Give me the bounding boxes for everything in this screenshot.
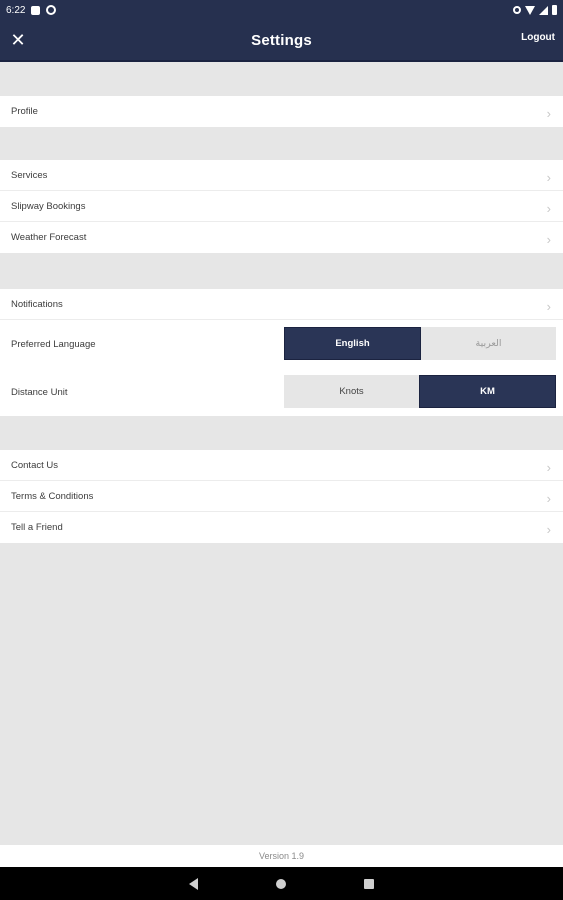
distance-unit-row: Distance Unit Knots KM [0,368,563,416]
app-bar: ✕ Settings Logout [0,20,563,62]
tell-a-friend-row[interactable]: Tell a Friend › [0,512,563,543]
chevron-right-icon: › [546,298,551,314]
contact-us-label: Contact Us [11,459,58,471]
slipway-bookings-label: Slipway Bookings [11,200,86,212]
distance-segmented-control: Knots KM [284,375,556,408]
tell-a-friend-label: Tell a Friend [11,522,63,533]
distance-option-km[interactable]: KM [419,375,556,408]
language-segmented-control: English العربية [284,327,556,360]
slipway-bookings-row[interactable]: Slipway Bookings › [0,191,563,222]
terms-conditions-label: Terms & Conditions [11,490,94,502]
notifications-label: Notifications [11,298,63,310]
chevron-right-icon: › [546,490,551,506]
close-icon[interactable]: ✕ [8,29,28,51]
status-bar: 6:22 [0,0,563,20]
signal-icon [539,5,548,15]
nav-back-icon[interactable] [189,877,198,890]
system-nav-bar [0,867,563,900]
status-left: 6:22 [6,4,57,16]
nav-home-icon[interactable] [276,878,286,889]
battery-icon [552,5,557,15]
notification-icon [31,5,41,15]
chevron-right-icon: › [546,106,551,121]
status-time: 6:22 [6,4,26,16]
language-option-english[interactable]: English [284,327,421,360]
page-title: Settings [251,31,312,49]
nav-recents-icon[interactable] [364,878,374,889]
contact-us-row[interactable]: Contact Us › [0,450,563,481]
location-icon [513,6,521,14]
wifi-icon [525,5,535,15]
services-group: Services › Slipway Bookings › Weather Fo… [0,160,563,253]
chevron-right-icon: › [546,232,551,247]
distance-option-knots[interactable]: Knots [284,375,419,408]
profile-row[interactable]: Profile › [0,96,563,127]
notifications-row[interactable]: Notifications › [0,289,563,320]
status-right [513,5,557,15]
chevron-right-icon: › [546,522,551,537]
logout-button[interactable]: Logout [521,32,555,43]
about-group: Contact Us › Terms & Conditions › Tell a… [0,450,563,543]
chevron-right-icon: › [546,200,551,216]
sync-icon [46,5,57,15]
profile-label: Profile [11,106,38,117]
language-option-arabic[interactable]: العربية [421,327,556,360]
weather-forecast-row[interactable]: Weather Forecast › [0,222,563,253]
services-label: Services [11,169,48,181]
weather-forecast-label: Weather Forecast [11,232,87,243]
version-label: Version 1.9 [0,845,563,867]
account-group: Profile › [0,96,563,127]
terms-conditions-row[interactable]: Terms & Conditions › [0,481,563,512]
chevron-right-icon: › [546,169,551,185]
preferences-group: Notifications › Preferred Language Engli… [0,289,563,416]
chevron-right-icon: › [546,459,551,475]
preferred-language-row: Preferred Language English العربية [0,320,563,368]
services-row[interactable]: Services › [0,160,563,191]
